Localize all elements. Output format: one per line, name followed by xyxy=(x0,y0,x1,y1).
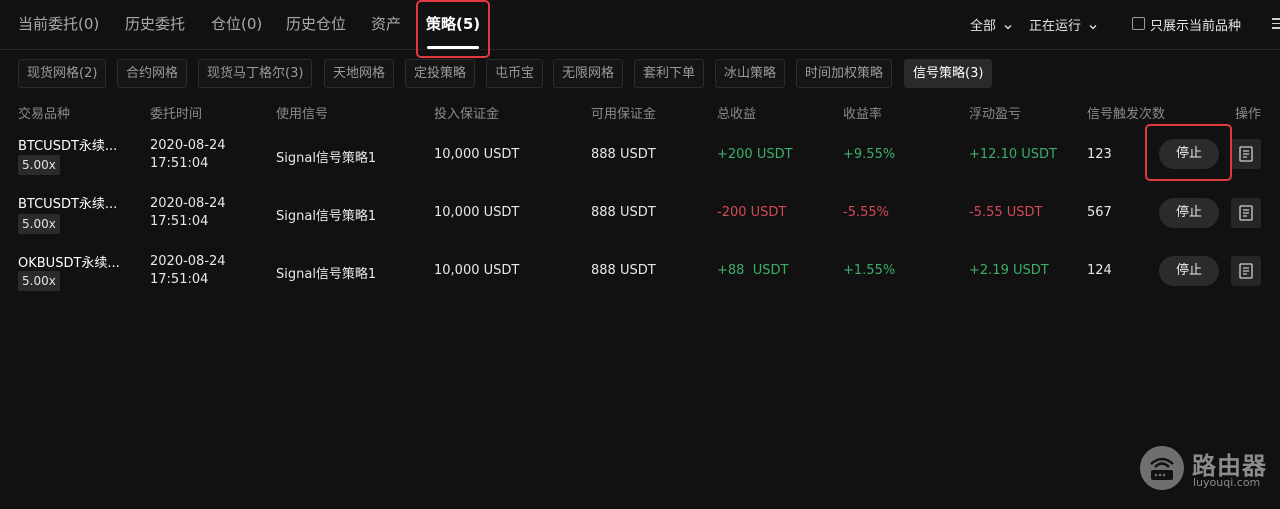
only-current-label[interactable]: 只展示当前品种 xyxy=(1150,15,1241,34)
chip-sky-earth-grid[interactable]: 天地网格 xyxy=(324,59,395,88)
chevron-down-icon xyxy=(1004,24,1012,29)
filter-all-label: 全部 xyxy=(970,19,997,34)
chip-spot-martingale[interactable]: 现货马丁格尔(3) xyxy=(198,59,313,88)
row-symbol: BTCUSDT永续... xyxy=(18,139,118,154)
row-time: 17:51:04 xyxy=(150,214,209,229)
tab-positions[interactable]: 仓位(0) xyxy=(211,13,262,34)
chip-dca-strategy[interactable]: 定投策略 xyxy=(405,59,476,88)
leverage-badge: 5.00x xyxy=(18,214,60,234)
stop-button[interactable]: 停止 xyxy=(1159,198,1219,228)
header-floating-pnl: 浮动盈亏 xyxy=(969,107,1022,122)
document-icon xyxy=(1239,263,1253,279)
row-trigger-count: 123 xyxy=(1087,147,1112,162)
chevron-down-icon xyxy=(1089,24,1097,29)
router-icon xyxy=(1150,457,1174,480)
row-profit-rate: +1.55% xyxy=(843,263,896,278)
row-floating-pnl: +2.19 USDT xyxy=(969,263,1049,278)
document-icon xyxy=(1239,205,1253,221)
header-total-profit: 总收益 xyxy=(717,107,757,122)
details-button[interactable] xyxy=(1231,139,1261,169)
header-available-margin: 可用保证金 xyxy=(591,107,657,122)
row-signal: Signal信号策略1 xyxy=(276,209,377,224)
details-button[interactable] xyxy=(1231,198,1261,228)
row-profit-rate: +9.55% xyxy=(843,147,896,162)
header-order-time: 委托时间 xyxy=(150,107,203,122)
only-current-checkbox[interactable] xyxy=(1132,17,1145,30)
chip-spot-grid[interactable]: 现货网格(2) xyxy=(18,59,107,88)
top-nav: 当前委托(0) 历史委托 仓位(0) 历史仓位 资产 策略(5) 全部 正在运行… xyxy=(0,0,1280,50)
header-actions: 操作 xyxy=(1235,107,1262,122)
header-invested-margin: 投入保证金 xyxy=(434,107,500,122)
row-floating-pnl: -5.55 USDT xyxy=(969,205,1043,220)
chip-twap-strategy[interactable]: 时间加权策略 xyxy=(796,59,893,88)
tab-assets[interactable]: 资产 xyxy=(371,13,401,34)
details-button[interactable] xyxy=(1231,256,1261,286)
row-available: 888 USDT xyxy=(591,147,656,162)
row-total-profit: +200 USDT xyxy=(717,147,793,162)
menu-icon[interactable] xyxy=(1272,18,1280,30)
chip-infinite-grid[interactable]: 无限网格 xyxy=(553,59,624,88)
tab-order-history[interactable]: 历史委托 xyxy=(125,13,185,34)
watermark: 路由器 luyouqi.com xyxy=(1140,446,1276,494)
row-invested: 10,000 USDT xyxy=(434,263,520,278)
row-invested: 10,000 USDT xyxy=(434,205,520,220)
chip-signal-strategy[interactable]: 信号策略(3) xyxy=(904,59,993,88)
header-signal: 使用信号 xyxy=(276,107,329,122)
chip-iceberg-strategy[interactable]: 冰山策略 xyxy=(715,59,786,88)
row-available: 888 USDT xyxy=(591,263,656,278)
row-signal: Signal信号策略1 xyxy=(276,151,377,166)
row-available: 888 USDT xyxy=(591,205,656,220)
document-icon xyxy=(1239,146,1253,162)
row-total-profit: -200 USDT xyxy=(717,205,787,220)
filter-all-dropdown[interactable]: 全部 xyxy=(970,15,1013,34)
leverage-badge: 5.00x xyxy=(18,155,60,175)
row-trigger-count: 567 xyxy=(1087,205,1112,220)
strategy-tab-highlight xyxy=(416,0,490,58)
chip-coin-hoard[interactable]: 屯币宝 xyxy=(486,59,544,88)
row-symbol: BTCUSDT永续... xyxy=(18,197,118,212)
row-trigger-count: 124 xyxy=(1087,263,1112,278)
tab-position-history[interactable]: 历史仓位 xyxy=(286,13,346,34)
row-date: 2020-08-24 xyxy=(150,138,226,153)
header-symbol: 交易品种 xyxy=(18,107,71,122)
chip-arbitrage-order[interactable]: 套利下单 xyxy=(634,59,705,88)
header-trigger-count: 信号触发次数 xyxy=(1087,107,1166,122)
row-date: 2020-08-24 xyxy=(150,254,226,269)
row-profit-rate: -5.55% xyxy=(843,205,889,220)
router-logo xyxy=(1140,446,1184,490)
header-profit-rate: 收益率 xyxy=(843,107,883,122)
chip-contract-grid[interactable]: 合约网格 xyxy=(117,59,188,88)
row-floating-pnl: +12.10 USDT xyxy=(969,147,1057,162)
filter-status-dropdown[interactable]: 正在运行 xyxy=(1029,15,1098,34)
stop-button-highlight xyxy=(1145,124,1232,181)
row-time: 17:51:04 xyxy=(150,156,209,171)
row-total-profit: +88 USDT xyxy=(717,263,789,278)
row-time: 17:51:04 xyxy=(150,272,209,287)
stop-button[interactable]: 停止 xyxy=(1159,256,1219,286)
row-date: 2020-08-24 xyxy=(150,196,226,211)
row-invested: 10,000 USDT xyxy=(434,147,520,162)
row-signal: Signal信号策略1 xyxy=(276,267,377,282)
filter-status-label: 正在运行 xyxy=(1029,19,1082,34)
leverage-badge: 5.00x xyxy=(18,271,60,291)
watermark-url: luyouqi.com xyxy=(1193,476,1261,489)
row-symbol: OKBUSDT永续... xyxy=(18,256,120,271)
tab-current-orders[interactable]: 当前委托(0) xyxy=(18,13,99,34)
